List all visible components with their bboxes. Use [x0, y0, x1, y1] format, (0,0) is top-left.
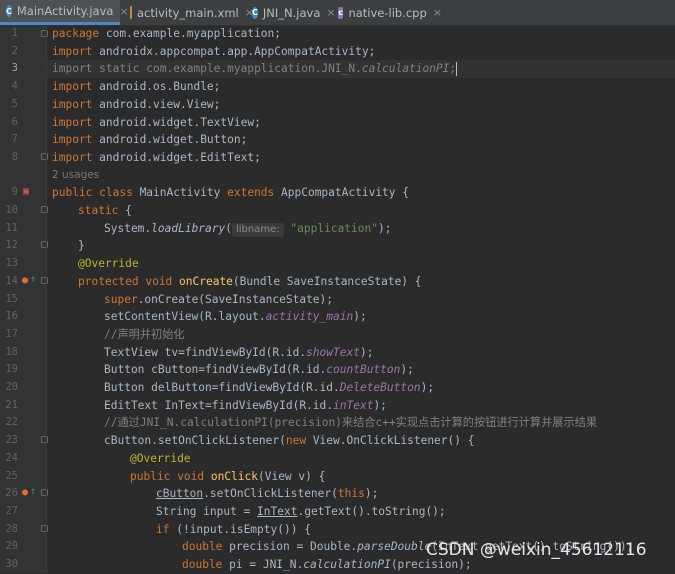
- code-line: if (!input.isEmpty()) {: [156, 522, 311, 536]
- tab-jni-n-java[interactable]: C JNI_N.java ×: [246, 0, 336, 25]
- implement-arrow-icon[interactable]: ↑: [30, 487, 36, 497]
- line-number: 4: [11, 80, 18, 93]
- code-line: cButton.setOnClickListener(this);: [156, 487, 379, 501]
- code-line: package com.example.myapplication;: [52, 27, 282, 40]
- line-number: 12: [5, 239, 18, 252]
- line-number: 18: [5, 345, 18, 358]
- code-line: setContentView(R.layout.activity_main);: [104, 310, 367, 324]
- code-line: System.loadLibrary(libname: "application…: [104, 221, 392, 237]
- line-number: 6: [11, 115, 18, 128]
- code-line: String input = InText.getText().toString…: [156, 504, 446, 518]
- line-number: 7: [11, 133, 18, 146]
- code-comment: //通过JNI_N.calculationPI(precision)来结合c++…: [104, 416, 598, 430]
- code-line: static {: [78, 204, 132, 217]
- line-number: 20: [5, 381, 18, 393]
- line-number: 28: [5, 522, 18, 535]
- line-number: 22: [5, 416, 18, 429]
- line-number: 24: [5, 451, 18, 464]
- usages-hint[interactable]: 2 usages: [52, 167, 99, 185]
- code-line: TextView tv=findViewById(R.id.showText);: [104, 345, 374, 359]
- line-number: 17: [5, 327, 18, 340]
- code-line: public class MainActivity extends AppCom…: [52, 186, 409, 200]
- code-line: Button cButton=findViewById(R.id.countBu…: [104, 363, 414, 377]
- xml-file-icon: [130, 6, 132, 19]
- line-number: 26: [5, 487, 18, 500]
- line-number: 25: [5, 469, 18, 482]
- line-number: 30: [5, 558, 18, 570]
- java-class-icon: C: [252, 6, 258, 19]
- line-number-gutter[interactable]: 1 2 3 4 5 6 7 8 9 10 11 12 13 14 15 16 1…: [0, 25, 48, 573]
- line-number: 2: [11, 44, 18, 57]
- line-number: 10: [5, 204, 18, 216]
- override-method-icon[interactable]: ●: [22, 276, 28, 286]
- run-activity-icon[interactable]: ▣: [23, 187, 29, 197]
- line-number: 16: [5, 310, 18, 323]
- code-line: EditText InText=findViewById(R.id.inText…: [104, 398, 387, 412]
- implement-arrow-icon[interactable]: ↑: [30, 275, 36, 285]
- tab-label: native-lib.cpp: [348, 5, 427, 20]
- line-number: 19: [5, 363, 18, 376]
- ide-window: C MainActivity.java × activity_main.xml …: [0, 0, 675, 573]
- java-class-icon: C: [6, 5, 12, 17]
- line-number: 14: [5, 274, 18, 287]
- line-number: 5: [11, 97, 18, 110]
- code-line: cButton.setOnClickListener(new View.OnCl…: [104, 434, 475, 448]
- line-number: 9: [11, 186, 18, 199]
- tab-label: JNI_N.java: [262, 5, 321, 20]
- code-editor[interactable]: package com.example.myapplication; impor…: [52, 25, 675, 573]
- code-line: import android.os.Bundle;: [52, 80, 221, 94]
- editor-tab-bar: C MainActivity.java × activity_main.xml …: [0, 0, 675, 26]
- line-number: 15: [5, 292, 18, 305]
- code-line: super.onCreate(SaveInstanceState);: [104, 292, 334, 306]
- code-line: Button delButton=findViewById(R.id.Delet…: [104, 381, 435, 394]
- code-line: @Override: [78, 257, 139, 271]
- code-line: protected void onCreate(Bundle SaveInsta…: [78, 274, 422, 288]
- csdn-watermark: CSDN @weixin_45612116: [426, 540, 647, 560]
- code-line: import android.widget.Button;: [52, 133, 248, 147]
- code-line-unused-import: import static com.example.myapplication.…: [52, 62, 458, 77]
- line-number: 13: [5, 257, 18, 270]
- code-line: import android.view.View;: [52, 97, 221, 111]
- code-comment: //声明并初始化: [104, 327, 185, 341]
- close-icon[interactable]: ×: [433, 6, 442, 19]
- code-line: @Override: [130, 451, 191, 465]
- line-number: 27: [5, 504, 18, 517]
- tab-native-lib-cpp[interactable]: c native-lib.cpp ×: [332, 0, 442, 25]
- code-line: import androidx.appcompat.app.AppCompatA…: [52, 44, 376, 58]
- parameter-hint: libname:: [232, 222, 284, 237]
- text-caret: [456, 62, 458, 77]
- gutter-separator: [46, 25, 47, 573]
- code-line: import android.widget.TextView;: [52, 115, 261, 129]
- line-number: 8: [11, 150, 18, 163]
- tab-label: activity_main.xml: [137, 5, 239, 20]
- line-number: 1: [11, 27, 18, 39]
- line-number: 23: [5, 434, 18, 447]
- tab-label: MainActivity.java: [16, 4, 114, 18]
- code-line: import android.widget.EditText;: [52, 150, 261, 164]
- override-method-icon[interactable]: ●: [22, 488, 28, 498]
- tab-mainactivity-java[interactable]: C MainActivity.java ×: [0, 0, 129, 25]
- line-number: 21: [5, 398, 18, 411]
- line-number: 11: [5, 221, 18, 234]
- code-line: public void onClick(View v) {: [130, 469, 326, 483]
- line-number: 3: [11, 62, 18, 75]
- tab-activity-main-xml[interactable]: activity_main.xml ×: [124, 0, 254, 25]
- cpp-file-icon: c: [338, 6, 344, 19]
- code-line: }: [78, 239, 85, 253]
- line-number: 29: [5, 540, 18, 553]
